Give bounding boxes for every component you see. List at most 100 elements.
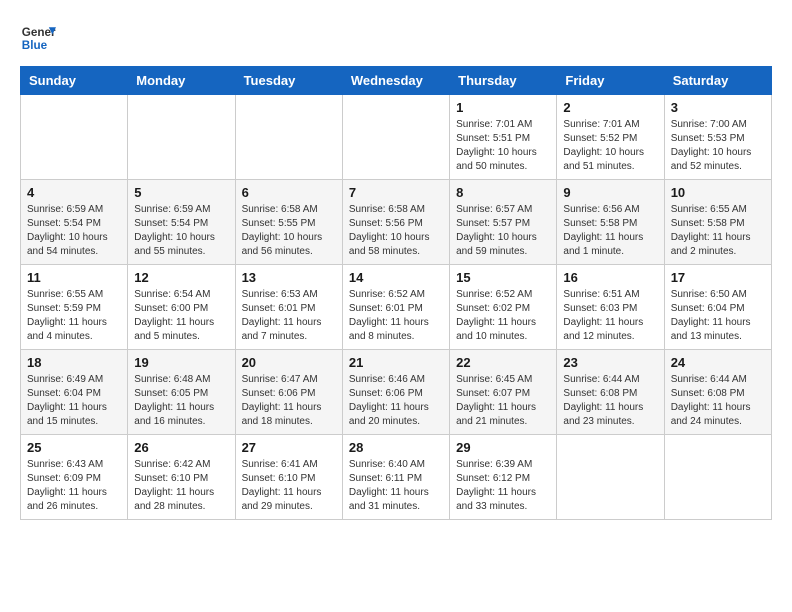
week-row-4: 25 Sunrise: 6:43 AMSunset: 6:09 PMDayligh… <box>21 435 772 520</box>
day-number: 25 <box>27 440 121 455</box>
calendar-cell: 27 Sunrise: 6:41 AMSunset: 6:10 PMDayligh… <box>235 435 342 520</box>
day-info: Sunrise: 6:42 AMSunset: 6:10 PMDaylight:… <box>134 458 228 514</box>
calendar-cell: 10 Sunrise: 6:55 AMSunset: 5:58 PMDayligh… <box>664 180 771 265</box>
day-info: Sunrise: 6:50 AMSunset: 6:04 PMDaylight:… <box>671 288 765 344</box>
calendar-cell: 3 Sunrise: 7:00 AMSunset: 5:53 PMDaylight… <box>664 95 771 180</box>
day-info: Sunrise: 6:56 AMSunset: 5:58 PMDaylight:… <box>563 203 657 259</box>
calendar-cell <box>664 435 771 520</box>
header-row: SundayMondayTuesdayWednesdayThursdayFrid… <box>21 67 772 95</box>
day-info: Sunrise: 6:58 AMSunset: 5:55 PMDaylight:… <box>242 203 336 259</box>
header-thursday: Thursday <box>450 67 557 95</box>
week-row-0: 1Sunrise: 7:01 AMSunset: 5:51 PMDaylight… <box>21 95 772 180</box>
day-info: Sunrise: 6:54 AMSunset: 6:00 PMDaylight:… <box>134 288 228 344</box>
week-row-1: 4 Sunrise: 6:59 AMSunset: 5:54 PMDaylight… <box>21 180 772 265</box>
calendar-cell: 23 Sunrise: 6:44 AMSunset: 6:08 PMDayligh… <box>557 350 664 435</box>
svg-text:Blue: Blue <box>22 39 48 52</box>
calendar-cell <box>235 95 342 180</box>
header-friday: Friday <box>557 67 664 95</box>
calendar-cell: 29 Sunrise: 6:39 AMSunset: 6:12 PMDayligh… <box>450 435 557 520</box>
day-info: Sunrise: 7:01 AMSunset: 5:52 PMDaylight:… <box>563 118 657 174</box>
calendar-cell: 22Sunrise: 6:45 AMSunset: 6:07 PMDayligh… <box>450 350 557 435</box>
calendar-cell: 2 Sunrise: 7:01 AMSunset: 5:52 PMDaylight… <box>557 95 664 180</box>
calendar-cell <box>557 435 664 520</box>
header-saturday: Saturday <box>664 67 771 95</box>
day-number: 24 <box>671 355 765 370</box>
day-info: Sunrise: 6:55 AMSunset: 5:59 PMDaylight:… <box>27 288 121 344</box>
day-info: Sunrise: 6:40 AMSunset: 6:11 PMDaylight:… <box>349 458 443 514</box>
day-number: 10 <box>671 185 765 200</box>
calendar-cell: 7 Sunrise: 6:58 AMSunset: 5:56 PMDaylight… <box>342 180 449 265</box>
header-sunday: Sunday <box>21 67 128 95</box>
calendar-cell: 16 Sunrise: 6:51 AMSunset: 6:03 PMDayligh… <box>557 265 664 350</box>
day-number: 29 <box>456 440 550 455</box>
day-info: Sunrise: 6:58 AMSunset: 5:56 PMDaylight:… <box>349 203 443 259</box>
calendar-cell: 17 Sunrise: 6:50 AMSunset: 6:04 PMDayligh… <box>664 265 771 350</box>
day-number: 7 <box>349 185 443 200</box>
day-number: 15 <box>456 270 550 285</box>
logo-icon: General Blue <box>20 20 56 56</box>
day-number: 8 <box>456 185 550 200</box>
calendar-cell: 24Sunrise: 6:44 AMSunset: 6:08 PMDayligh… <box>664 350 771 435</box>
day-number: 11 <box>27 270 121 285</box>
day-number: 14 <box>349 270 443 285</box>
calendar-cell: 1Sunrise: 7:01 AMSunset: 5:51 PMDaylight… <box>450 95 557 180</box>
day-number: 6 <box>242 185 336 200</box>
day-number: 12 <box>134 270 228 285</box>
logo: General Blue <box>20 20 56 56</box>
calendar-cell: 6 Sunrise: 6:58 AMSunset: 5:55 PMDaylight… <box>235 180 342 265</box>
calendar-cell: 20Sunrise: 6:47 AMSunset: 6:06 PMDayligh… <box>235 350 342 435</box>
calendar-cell: 8 Sunrise: 6:57 AMSunset: 5:57 PMDaylight… <box>450 180 557 265</box>
day-info: Sunrise: 6:44 AMSunset: 6:08 PMDaylight:… <box>563 373 657 429</box>
day-number: 26 <box>134 440 228 455</box>
day-info: Sunrise: 6:57 AMSunset: 5:57 PMDaylight:… <box>456 203 550 259</box>
calendar-cell: 9 Sunrise: 6:56 AMSunset: 5:58 PMDaylight… <box>557 180 664 265</box>
day-number: 19 <box>134 355 228 370</box>
calendar-cell: 15 Sunrise: 6:52 AMSunset: 6:02 PMDayligh… <box>450 265 557 350</box>
day-info: Sunrise: 6:39 AMSunset: 6:12 PMDaylight:… <box>456 458 550 514</box>
calendar-cell: 19 Sunrise: 6:48 AMSunset: 6:05 PMDayligh… <box>128 350 235 435</box>
calendar-cell: 13 Sunrise: 6:53 AMSunset: 6:01 PMDayligh… <box>235 265 342 350</box>
calendar-cell: 11 Sunrise: 6:55 AMSunset: 5:59 PMDayligh… <box>21 265 128 350</box>
day-info: Sunrise: 6:59 AMSunset: 5:54 PMDaylight:… <box>134 203 228 259</box>
day-info: Sunrise: 7:00 AMSunset: 5:53 PMDaylight:… <box>671 118 765 174</box>
day-number: 21 <box>349 355 443 370</box>
day-number: 3 <box>671 100 765 115</box>
day-info: Sunrise: 6:41 AMSunset: 6:10 PMDaylight:… <box>242 458 336 514</box>
header-tuesday: Tuesday <box>235 67 342 95</box>
calendar-cell <box>342 95 449 180</box>
calendar-table: SundayMondayTuesdayWednesdayThursdayFrid… <box>20 66 772 520</box>
day-info: Sunrise: 6:55 AMSunset: 5:58 PMDaylight:… <box>671 203 765 259</box>
day-info: Sunrise: 6:53 AMSunset: 6:01 PMDaylight:… <box>242 288 336 344</box>
day-number: 4 <box>27 185 121 200</box>
calendar-cell: 28 Sunrise: 6:40 AMSunset: 6:11 PMDayligh… <box>342 435 449 520</box>
calendar-cell: 14Sunrise: 6:52 AMSunset: 6:01 PMDayligh… <box>342 265 449 350</box>
day-info: Sunrise: 6:52 AMSunset: 6:02 PMDaylight:… <box>456 288 550 344</box>
week-row-2: 11 Sunrise: 6:55 AMSunset: 5:59 PMDayligh… <box>21 265 772 350</box>
day-number: 18 <box>27 355 121 370</box>
calendar-cell <box>21 95 128 180</box>
day-number: 28 <box>349 440 443 455</box>
day-info: Sunrise: 6:43 AMSunset: 6:09 PMDaylight:… <box>27 458 121 514</box>
day-info: Sunrise: 6:45 AMSunset: 6:07 PMDaylight:… <box>456 373 550 429</box>
day-number: 9 <box>563 185 657 200</box>
calendar-cell: 18 Sunrise: 6:49 AMSunset: 6:04 PMDayligh… <box>21 350 128 435</box>
page-header: General Blue <box>20 20 772 56</box>
header-wednesday: Wednesday <box>342 67 449 95</box>
calendar-cell: 21Sunrise: 6:46 AMSunset: 6:06 PMDayligh… <box>342 350 449 435</box>
day-number: 17 <box>671 270 765 285</box>
calendar-cell: 25 Sunrise: 6:43 AMSunset: 6:09 PMDayligh… <box>21 435 128 520</box>
calendar-cell: 26 Sunrise: 6:42 AMSunset: 6:10 PMDayligh… <box>128 435 235 520</box>
header-monday: Monday <box>128 67 235 95</box>
day-number: 16 <box>563 270 657 285</box>
calendar-cell: 12 Sunrise: 6:54 AMSunset: 6:00 PMDayligh… <box>128 265 235 350</box>
day-number: 2 <box>563 100 657 115</box>
day-info: Sunrise: 6:48 AMSunset: 6:05 PMDaylight:… <box>134 373 228 429</box>
day-number: 5 <box>134 185 228 200</box>
day-number: 23 <box>563 355 657 370</box>
day-info: Sunrise: 6:51 AMSunset: 6:03 PMDaylight:… <box>563 288 657 344</box>
day-number: 27 <box>242 440 336 455</box>
week-row-3: 18 Sunrise: 6:49 AMSunset: 6:04 PMDayligh… <box>21 350 772 435</box>
calendar-cell: 5 Sunrise: 6:59 AMSunset: 5:54 PMDaylight… <box>128 180 235 265</box>
day-info: Sunrise: 6:49 AMSunset: 6:04 PMDaylight:… <box>27 373 121 429</box>
day-number: 13 <box>242 270 336 285</box>
